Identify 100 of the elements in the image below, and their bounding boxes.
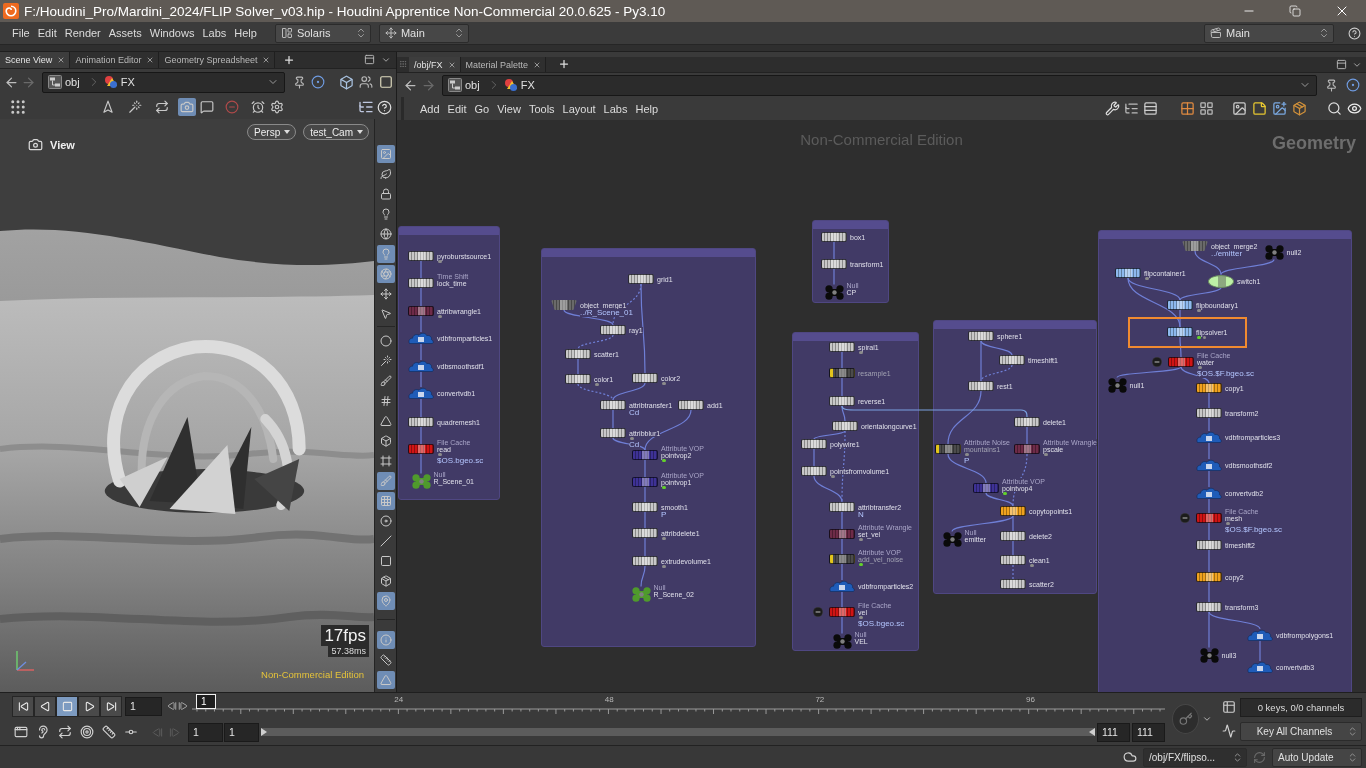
add-tab-icon[interactable] bbox=[558, 58, 571, 70]
null-node[interactable] bbox=[942, 531, 962, 547]
node-tile[interactable] bbox=[1196, 540, 1222, 550]
null-node[interactable] bbox=[824, 284, 844, 300]
path-segment[interactable]: obj bbox=[465, 79, 480, 91]
help-icon[interactable] bbox=[377, 99, 392, 115]
node-tile[interactable] bbox=[628, 274, 654, 284]
menu-item[interactable]: Add bbox=[416, 99, 444, 118]
search-icon[interactable] bbox=[1327, 101, 1342, 116]
playback-end-field[interactable]: 111 bbox=[1097, 722, 1130, 742]
node-tile[interactable] bbox=[1196, 513, 1222, 523]
node-tile[interactable] bbox=[600, 428, 626, 438]
info-icon[interactable] bbox=[376, 631, 395, 649]
vdb-node[interactable] bbox=[1196, 487, 1222, 499]
camera-menu-button[interactable]: test_Cam bbox=[303, 124, 369, 140]
path-segment[interactable]: FX bbox=[520, 79, 535, 91]
merge-node[interactable] bbox=[551, 300, 577, 310]
close-icon[interactable] bbox=[57, 56, 66, 64]
caret-icon[interactable] bbox=[1352, 60, 1362, 70]
node-tile[interactable] bbox=[1000, 506, 1026, 516]
update-mode-dropdown[interactable]: Auto Update bbox=[1272, 747, 1362, 767]
node-tile[interactable] bbox=[1014, 444, 1040, 454]
frame-field[interactable]: 1 bbox=[125, 696, 162, 716]
loop-icon[interactable] bbox=[56, 723, 74, 741]
camera-menu-button[interactable]: Persp bbox=[247, 124, 297, 140]
node-tile[interactable] bbox=[632, 528, 658, 538]
node-tile[interactable] bbox=[829, 607, 855, 617]
null-node[interactable] bbox=[1264, 244, 1284, 260]
vdb-node[interactable] bbox=[408, 387, 434, 399]
node-tile[interactable] bbox=[832, 421, 858, 431]
menu-item[interactable]: Help bbox=[230, 24, 261, 42]
vdb-node[interactable] bbox=[1247, 629, 1273, 641]
transport-button[interactable] bbox=[78, 695, 100, 717]
target-icon[interactable] bbox=[78, 723, 96, 741]
step-forward-icon[interactable] bbox=[178, 701, 188, 711]
message-icon[interactable] bbox=[198, 98, 216, 116]
pin-icon[interactable] bbox=[376, 592, 395, 610]
close-icon[interactable] bbox=[262, 56, 271, 64]
node-tile[interactable] bbox=[1115, 268, 1141, 278]
caret-icon[interactable] bbox=[1202, 714, 1212, 724]
key-button[interactable] bbox=[1172, 704, 1199, 734]
image-plus-icon[interactable] bbox=[1272, 101, 1287, 116]
tab[interactable]: Scene View bbox=[0, 52, 71, 68]
transport-button[interactable] bbox=[12, 695, 34, 717]
caret-icon[interactable] bbox=[381, 55, 391, 65]
tab[interactable]: /obj/FX bbox=[409, 57, 461, 72]
sticky-note-icon[interactable] bbox=[1252, 101, 1267, 116]
node-tile[interactable] bbox=[829, 502, 855, 512]
node-tile[interactable] bbox=[821, 259, 847, 269]
pane-icon[interactable] bbox=[1336, 59, 1347, 70]
ruler-icon[interactable] bbox=[100, 723, 118, 741]
node-tile[interactable] bbox=[1196, 602, 1222, 612]
node-tile[interactable] bbox=[1167, 300, 1193, 310]
users-icon[interactable] bbox=[359, 75, 373, 89]
node-tile[interactable] bbox=[1000, 531, 1026, 541]
vdb-node[interactable] bbox=[1196, 431, 1222, 443]
node-tile[interactable] bbox=[1196, 383, 1222, 393]
vdb-node[interactable] bbox=[1196, 459, 1222, 471]
node-tile[interactable] bbox=[632, 450, 658, 460]
menu-item[interactable]: Labs bbox=[599, 99, 632, 118]
merge-node[interactable] bbox=[1182, 241, 1208, 251]
brush-icon[interactable] bbox=[376, 472, 395, 490]
grid-icon[interactable] bbox=[1180, 101, 1195, 116]
node-tile[interactable] bbox=[565, 349, 591, 359]
node-tile[interactable] bbox=[829, 529, 855, 539]
table-icon[interactable] bbox=[1221, 699, 1237, 715]
menu-item[interactable]: Assets bbox=[104, 24, 146, 42]
node-tile[interactable] bbox=[935, 444, 961, 454]
node-tile[interactable] bbox=[829, 396, 855, 406]
repeat-icon[interactable] bbox=[153, 98, 171, 116]
vdb-node[interactable] bbox=[408, 332, 434, 344]
node-tile[interactable] bbox=[829, 554, 855, 564]
square-icon[interactable] bbox=[379, 75, 393, 89]
transport-button[interactable] bbox=[34, 695, 56, 717]
node-tile[interactable] bbox=[829, 342, 855, 352]
wrench-icon[interactable] bbox=[1105, 101, 1120, 116]
step-back-icon[interactable] bbox=[167, 701, 177, 711]
node-tile[interactable] bbox=[1168, 357, 1194, 367]
image-icon[interactable] bbox=[1232, 101, 1247, 116]
node-tile[interactable] bbox=[632, 477, 658, 487]
aperture-icon[interactable] bbox=[376, 265, 395, 283]
node-tile[interactable] bbox=[600, 325, 626, 335]
null-node[interactable] bbox=[631, 586, 651, 602]
menu-item[interactable]: Labs bbox=[198, 24, 231, 42]
minus-circle-icon[interactable] bbox=[813, 607, 823, 617]
target-icon[interactable] bbox=[1346, 78, 1360, 92]
help-icon[interactable] bbox=[1348, 26, 1361, 40]
lightbulb-icon[interactable] bbox=[376, 245, 395, 263]
image-icon[interactable] bbox=[376, 145, 395, 163]
node-tile[interactable] bbox=[1014, 417, 1040, 427]
shelf-dropdown[interactable]: Main bbox=[378, 23, 469, 43]
node-tile[interactable] bbox=[408, 251, 434, 261]
node-tile[interactable] bbox=[801, 466, 827, 476]
node-tile[interactable] bbox=[821, 232, 847, 242]
minus-circle-icon[interactable] bbox=[1152, 357, 1162, 367]
node-tile[interactable] bbox=[632, 373, 658, 383]
pane-icon[interactable] bbox=[364, 54, 375, 65]
eye-icon[interactable] bbox=[1347, 101, 1362, 116]
node-tile[interactable] bbox=[968, 331, 994, 341]
run-dropdown[interactable]: Main bbox=[1204, 23, 1334, 43]
